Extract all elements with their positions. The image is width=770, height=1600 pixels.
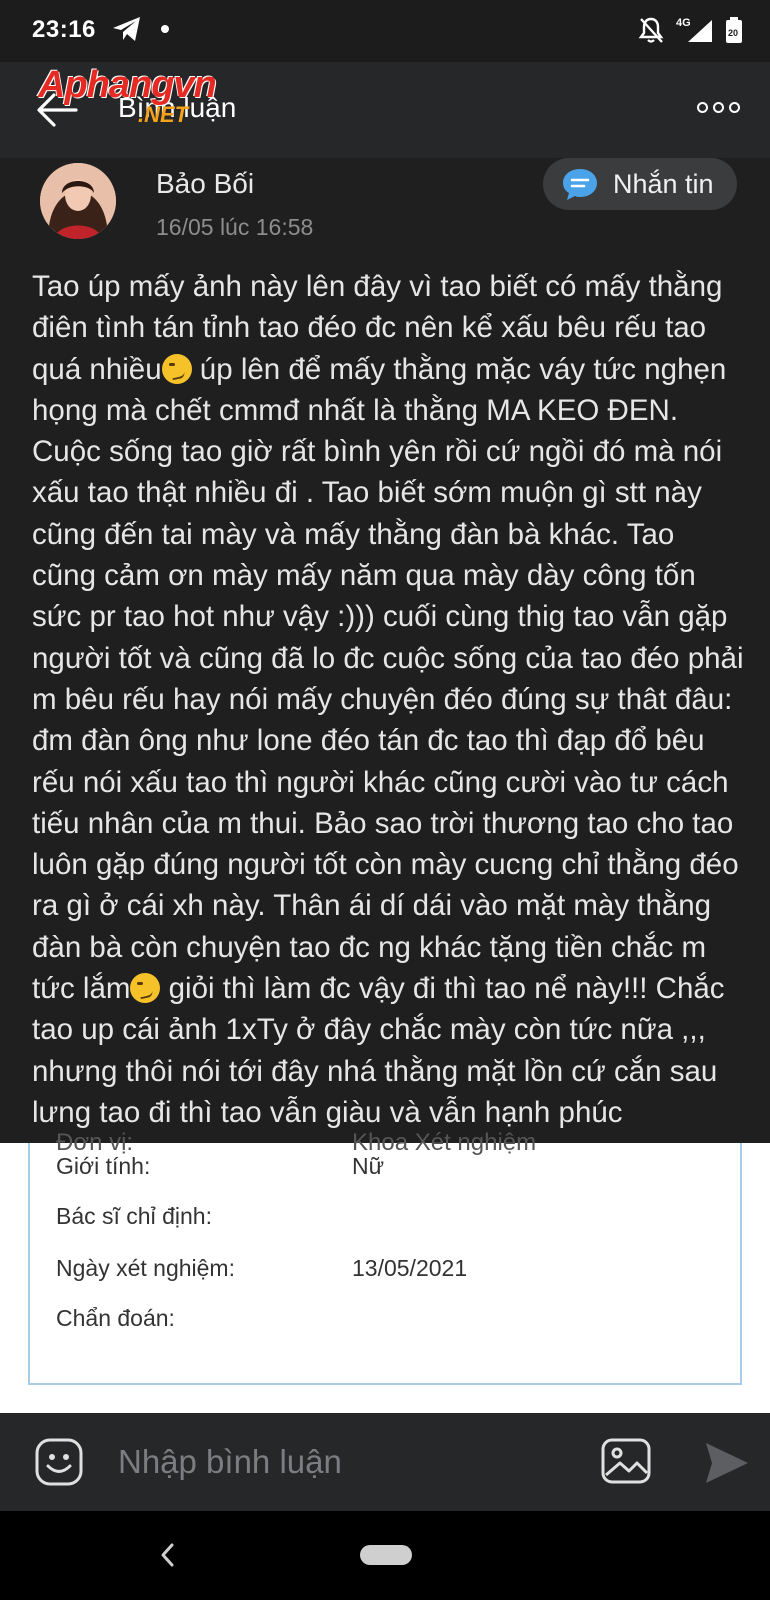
document-row-label: Chẩn đoán: <box>56 1305 175 1331</box>
document-row-value: 13/05/2021 <box>352 1255 468 1281</box>
message-button[interactable]: Nhắn tin <box>543 158 737 210</box>
watermark-brand: Aphangvn <box>38 64 217 106</box>
status-time: 23:16 <box>32 16 96 43</box>
status-right-icons: 4G 20 <box>638 16 744 44</box>
nav-home-pill[interactable] <box>360 1545 412 1565</box>
chat-bubble-icon <box>563 169 597 200</box>
smirk-emoji-icon <box>161 353 192 384</box>
more-options-icon[interactable] <box>697 102 740 113</box>
signal-4g-icon: 4G <box>676 17 712 42</box>
send-icon[interactable] <box>702 1439 750 1487</box>
avatar[interactable] <box>40 163 116 239</box>
comment-input-bar: Nhập bình luận <box>0 1413 770 1511</box>
comment-input[interactable]: Nhập bình luận <box>118 1443 342 1481</box>
document-row-value: Nữ <box>352 1153 385 1179</box>
comment-text-part2: úp lên để mấy thằng mặc váy tức nghẹn họ… <box>32 352 744 1006</box>
smirk-emoji-icon <box>130 973 161 1004</box>
telegram-icon <box>113 17 140 41</box>
battery-level-label: 20 <box>728 28 738 38</box>
dot-icon <box>161 25 169 33</box>
status-left-icons <box>112 16 170 42</box>
network-type-label: 4G <box>676 17 691 29</box>
attached-image[interactable]: Đơn vị: Khoa Xét nghiệm Giới tính: Nữ Bá… <box>0 1129 770 1413</box>
notifications-off-icon <box>638 17 664 43</box>
nav-back-icon[interactable] <box>158 1541 178 1569</box>
image-picker-icon[interactable] <box>600 1437 652 1485</box>
document-row-label: Giới tính: <box>56 1153 151 1179</box>
watermark-logo: Aphangvn .NET <box>38 64 278 136</box>
watermark-suffix: .NET <box>138 102 189 127</box>
document-row-label: Bác sĩ chỉ định: <box>56 1203 212 1229</box>
battery-icon: 20 <box>726 17 742 43</box>
author-name[interactable]: Bảo Bối <box>156 168 254 200</box>
comment-body: Tao úp mấy ảnh này lên đây vì tao biết c… <box>32 266 744 1175</box>
message-button-label: Nhắn tin <box>613 168 714 199</box>
emoji-picker-icon[interactable] <box>34 1437 84 1487</box>
system-nav-bar <box>0 1511 770 1600</box>
document-row-label: Ngày xét nghiệm: <box>56 1255 235 1281</box>
comment-timestamp: 16/05 lúc 16:58 <box>156 214 314 240</box>
status-bar: 23:16 4G 20 <box>0 0 770 62</box>
